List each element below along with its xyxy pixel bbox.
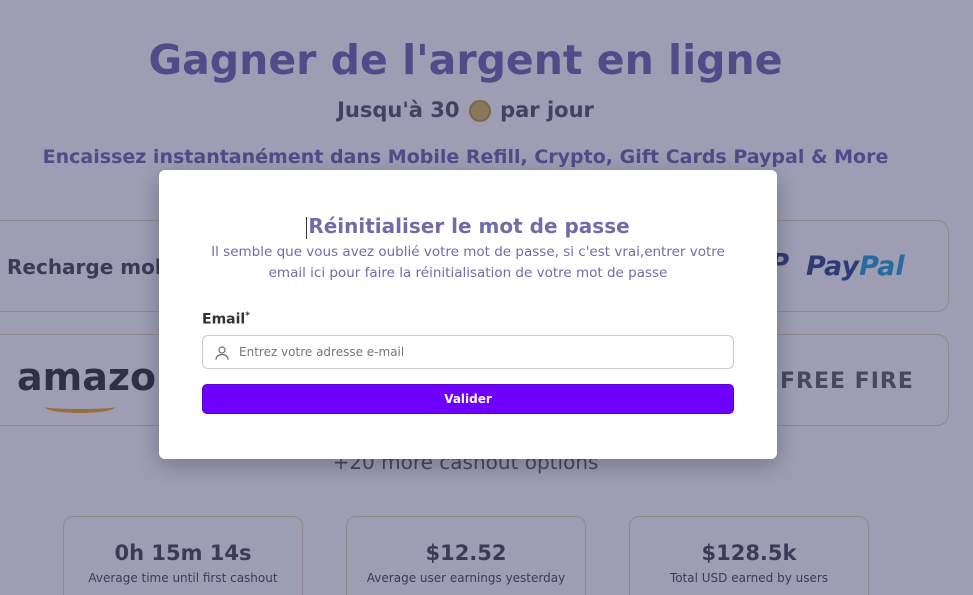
- modal-description: Il semble que vous avez oublié votre mot…: [211, 244, 725, 281]
- modal-title: Réinitialiser le mot de passe: [159, 214, 777, 239]
- required-mark: *: [245, 311, 250, 321]
- email-input[interactable]: [239, 336, 719, 368]
- modal-title-text: Réinitialiser le mot de passe: [308, 214, 630, 238]
- email-label-text: Email: [202, 311, 246, 328]
- email-label: Email*: [202, 311, 250, 328]
- user-icon: [215, 346, 229, 360]
- submit-button[interactable]: Valider: [202, 384, 734, 414]
- email-field[interactable]: [202, 335, 734, 369]
- reset-password-modal: Réinitialiser le mot de passe Il semble …: [159, 170, 777, 459]
